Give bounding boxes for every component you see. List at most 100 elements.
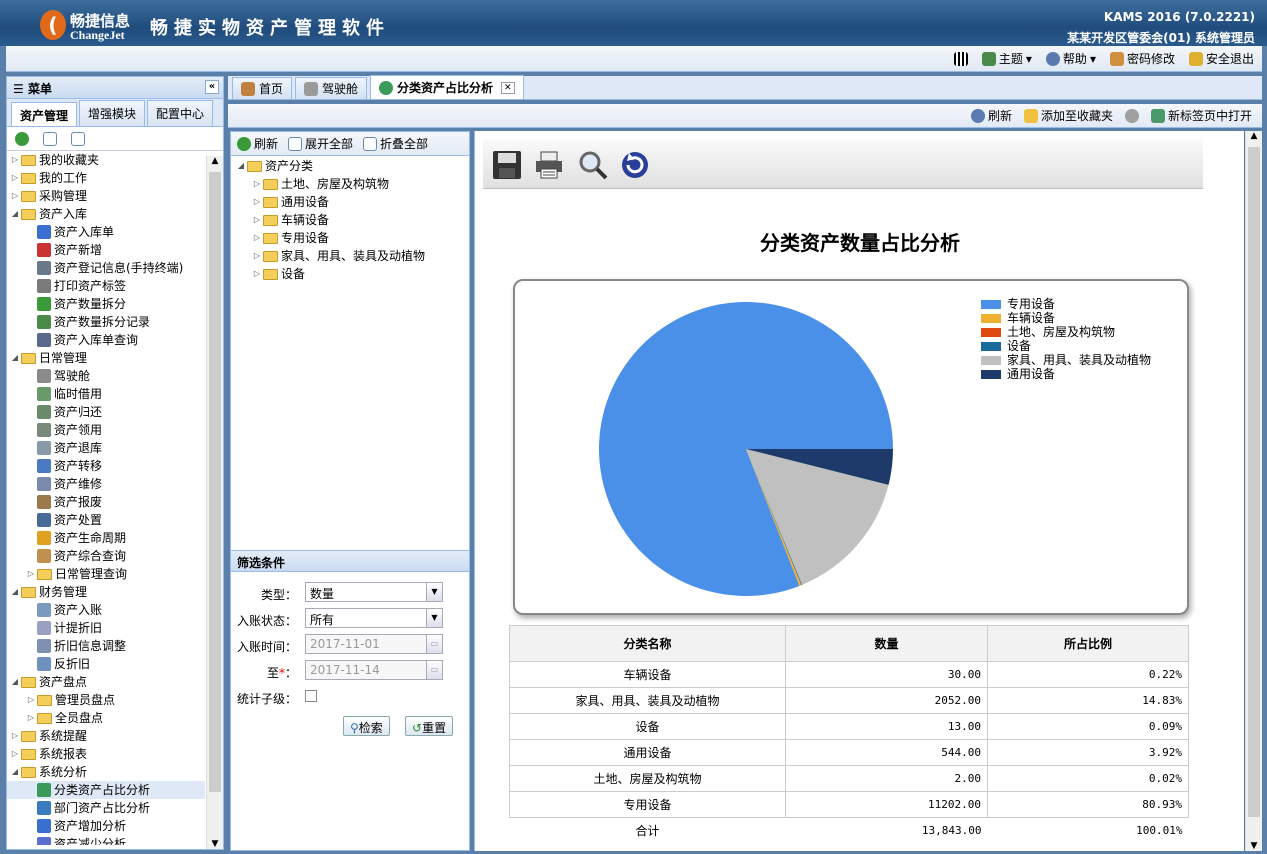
date-from-field[interactable]: 2017-11-01 ▭ <box>305 634 443 654</box>
menu-item[interactable]: 资产入库单查询 <box>7 331 205 349</box>
expander-icon[interactable]: ▷ <box>9 169 21 187</box>
menu-item[interactable]: 分类资产占比分析 <box>7 781 205 799</box>
report-scrollbar[interactable]: ▲ ▼ <box>1245 131 1262 851</box>
category-root[interactable]: ◢ 资产分类 <box>235 157 469 175</box>
menu-item[interactable]: 资产处置 <box>7 511 205 529</box>
category-refresh-button[interactable]: 刷新 <box>237 135 278 152</box>
expander-icon[interactable]: ◢ <box>9 763 21 781</box>
close-tab-icon[interactable]: ✕ <box>501 81 515 94</box>
expander-icon[interactable]: ◢ <box>235 157 247 175</box>
menu-item[interactable]: 资产生命周期 <box>7 529 205 547</box>
expander-icon[interactable]: ◢ <box>9 349 21 367</box>
refresh-icon[interactable] <box>619 149 651 181</box>
theme-menu[interactable]: 主题 ▾ <box>981 50 1032 67</box>
refresh-icon[interactable] <box>15 131 29 146</box>
report-scroll-thumb[interactable] <box>1248 147 1260 817</box>
menu-item[interactable]: 资产新增 <box>7 241 205 259</box>
menu-item[interactable]: 驾驶舱 <box>7 367 205 385</box>
help-menu[interactable]: 帮助 ▾ <box>1045 50 1096 67</box>
menu-item[interactable]: ◢ 日常管理 <box>7 349 205 367</box>
expander-icon[interactable]: ▷ <box>251 211 263 229</box>
status-select[interactable]: 所有 ▼ <box>305 608 443 628</box>
scroll-down-icon[interactable]: ▼ <box>1246 841 1262 851</box>
menu-item[interactable]: 反折旧 <box>7 655 205 673</box>
expander-icon[interactable]: ▷ <box>9 727 21 745</box>
menu-item[interactable]: ◢ 资产盘点 <box>7 673 205 691</box>
menu-item[interactable]: ◢ 财务管理 <box>7 583 205 601</box>
menu-scrollbar[interactable]: ▲ ▼ <box>206 156 223 849</box>
calendar-icon[interactable]: ▭ <box>426 661 442 679</box>
menu-item[interactable]: 资产入库单 <box>7 223 205 241</box>
menu-item[interactable]: 打印资产标签 <box>7 277 205 295</box>
scroll-down-icon[interactable]: ▼ <box>207 839 223 849</box>
gear-icon[interactable] <box>1124 108 1139 123</box>
menu-item[interactable]: ◢ 资产入库 <box>7 205 205 223</box>
menu-item[interactable]: ▷ 系统报表 <box>7 745 205 763</box>
menu-item[interactable]: ▷ 系统提醒 <box>7 727 205 745</box>
category-item[interactable]: ▷ 车辆设备 <box>235 211 469 229</box>
category-item[interactable]: ▷ 设备 <box>235 265 469 283</box>
menu-item[interactable]: 计提折旧 <box>7 619 205 637</box>
menu-item[interactable]: ▷ 采购管理 <box>7 187 205 205</box>
print-icon[interactable] <box>533 149 565 181</box>
category-item[interactable]: ▷ 土地、房屋及构筑物 <box>235 175 469 193</box>
menu-item[interactable]: ▷ 日常管理查询 <box>7 565 205 583</box>
expander-icon[interactable]: ▷ <box>9 187 21 205</box>
expander-icon[interactable]: ▷ <box>251 229 263 247</box>
menu-item[interactable]: 折旧信息调整 <box>7 637 205 655</box>
save-icon[interactable] <box>491 149 523 181</box>
expander-icon[interactable]: ▷ <box>9 151 21 169</box>
calendar-icon[interactable]: ▭ <box>426 635 442 653</box>
menu-item[interactable]: 资产维修 <box>7 475 205 493</box>
menu-item[interactable]: 资产数量拆分 <box>7 295 205 313</box>
add-favorite-button[interactable]: 添加至收藏夹 <box>1023 107 1113 124</box>
expander-icon[interactable]: ▷ <box>25 691 37 709</box>
menu-item[interactable]: ▷ 我的工作 <box>7 169 205 187</box>
search-button[interactable]: ⚲检索 <box>343 716 390 736</box>
menu-item[interactable]: 资产增加分析 <box>7 817 205 835</box>
menu-scroll-thumb[interactable] <box>209 172 221 792</box>
tab-asset-management[interactable]: 资产管理 <box>11 102 78 126</box>
menu-item[interactable]: 资产退库 <box>7 439 205 457</box>
scroll-up-icon[interactable]: ▲ <box>207 156 223 166</box>
qrcode-icon[interactable] <box>953 51 968 66</box>
tab-enhanced-modules[interactable]: 增强模块 <box>79 100 146 126</box>
logout-button[interactable]: 安全退出 <box>1188 50 1254 67</box>
collapse-icon[interactable] <box>71 131 85 146</box>
category-item[interactable]: ▷ 通用设备 <box>235 193 469 211</box>
menu-item[interactable]: 资产登记信息(手持终端) <box>7 259 205 277</box>
tab-cockpit[interactable]: 驾驶舱 <box>295 77 368 99</box>
expander-icon[interactable]: ▷ <box>251 247 263 265</box>
date-to-field[interactable]: 2017-11-14 ▭ <box>305 660 443 680</box>
expand-all-button[interactable]: 展开全部 <box>288 135 353 152</box>
expander-icon[interactable]: ▷ <box>25 565 37 583</box>
chevron-down-icon[interactable]: ▼ <box>426 609 442 627</box>
menu-item[interactable]: 资产入账 <box>7 601 205 619</box>
menu-item[interactable]: ◢ 系统分析 <box>7 763 205 781</box>
expander-icon[interactable]: ◢ <box>9 205 21 223</box>
expander-icon[interactable]: ▷ <box>251 175 263 193</box>
category-item[interactable]: ▷ 家具、用具、装具及动植物 <box>235 247 469 265</box>
expander-icon[interactable]: ◢ <box>9 673 21 691</box>
expander-icon[interactable]: ▷ <box>25 709 37 727</box>
password-button[interactable]: 密码修改 <box>1109 50 1175 67</box>
category-item[interactable]: ▷ 专用设备 <box>235 229 469 247</box>
menu-item[interactable]: 临时借用 <box>7 385 205 403</box>
menu-item[interactable]: 资产报废 <box>7 493 205 511</box>
collapse-menu-button[interactable]: « <box>205 80 219 94</box>
menu-item[interactable]: ▷ 我的收藏夹 <box>7 151 205 169</box>
menu-item[interactable]: 资产减少分析 <box>7 835 205 845</box>
zoom-icon[interactable] <box>577 149 609 181</box>
menu-item[interactable]: 资产归还 <box>7 403 205 421</box>
menu-item[interactable]: 资产转移 <box>7 457 205 475</box>
reset-button[interactable]: ↺重置 <box>405 716 454 736</box>
open-new-tab-button[interactable]: 新标签页中打开 <box>1150 107 1252 124</box>
tab-category-analysis[interactable]: 分类资产占比分析 ✕ <box>370 75 524 99</box>
page-refresh-button[interactable]: 刷新 <box>970 107 1012 124</box>
sub-level-checkbox[interactable] <box>305 690 317 702</box>
expand-icon[interactable] <box>43 131 57 146</box>
menu-item[interactable]: ▷ 管理员盘点 <box>7 691 205 709</box>
type-select[interactable]: 数量 ▼ <box>305 582 443 602</box>
menu-item[interactable]: 资产领用 <box>7 421 205 439</box>
expander-icon[interactable]: ◢ <box>9 583 21 601</box>
